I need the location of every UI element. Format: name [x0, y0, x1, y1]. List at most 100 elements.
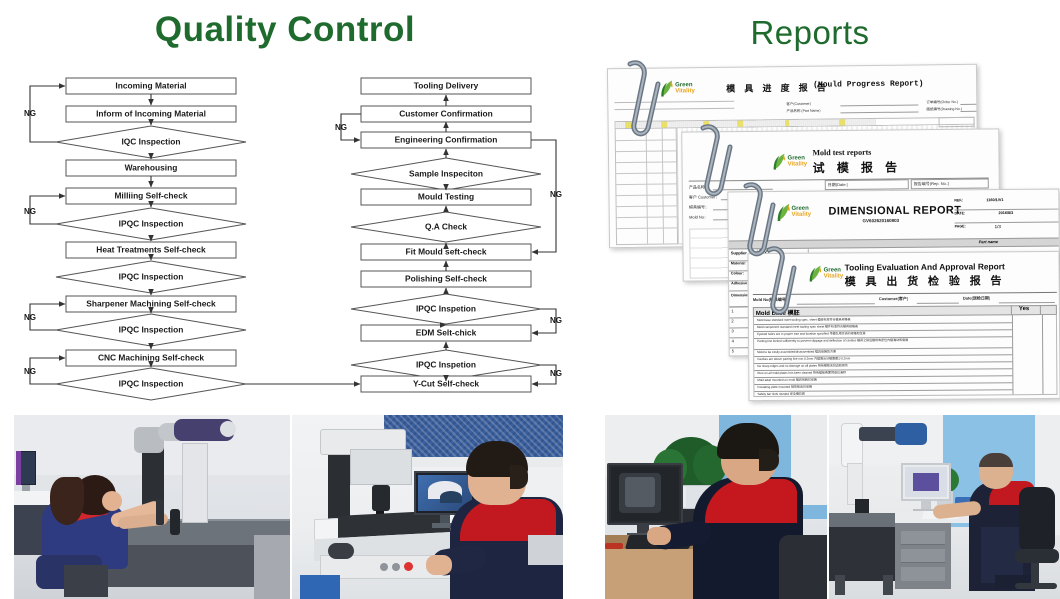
document-field-label: 客户(Customer) — [786, 101, 811, 107]
flow-node-label: Q.A Check — [425, 222, 467, 232]
flow-node-iqc-inspection: IQC Inspection — [55, 125, 247, 159]
brand-name: Green Vitality — [823, 267, 844, 280]
brand-logo-green-vitality: Green Vitality — [772, 153, 808, 170]
paperclip-icon — [692, 122, 736, 205]
table-header-yes: Yes — [1018, 306, 1030, 313]
document-title-en: Tooling Evaluation And Approval Report — [844, 261, 1005, 273]
flow-node-ipqc-inspetion-1: IPQC Inspetion — [350, 293, 542, 325]
flow-node-incoming-material: Incoming Material — [65, 77, 237, 95]
flow-node-label: IQC Inspection — [121, 137, 180, 147]
flow-node-label: Sharpener Machining Self-check — [86, 299, 216, 309]
page-title-quality-control: Quality Control — [154, 10, 416, 49]
brand-name: Green Vitality — [791, 205, 812, 218]
document-field-label: Adhesive: — [731, 281, 749, 286]
flow-node-label: IPQC Inspetion — [416, 360, 476, 370]
brand-logo-green-vitality: Green Vitality — [809, 265, 844, 282]
quality-control-flowchart: Incoming Material Inform of Incoming Mat… — [8, 62, 570, 402]
document-field-label: 订单编号(Order No.) — [926, 99, 959, 105]
document-meta-label: REF.: — [954, 198, 964, 203]
flow-node-label: IPQC Inspection — [119, 379, 184, 389]
document-meta-value: 1160/1/V1 — [986, 198, 1004, 203]
flow-node-tooling-delivery: Tooling Delivery — [360, 77, 532, 95]
checklist-item: Mold component standard meet tooling spe… — [756, 324, 859, 330]
flow-node-ipqc-inspection-2: IPQC Inspection — [55, 260, 247, 294]
photo-vision-measuring-machine — [292, 415, 563, 599]
flow-node-label: Heat Treatments Self-check — [96, 245, 206, 255]
document-title-cn: 试 模 报 告 — [812, 160, 902, 176]
document-field-label: Mold No： — [689, 214, 709, 220]
flow-node-label: IPQC Inspetion — [416, 304, 476, 314]
document-title-en: DIMENSIONAL REPORT — [828, 204, 962, 218]
document-field-label: 日期(Date:) — [827, 181, 849, 188]
table-cell-row-no: 4 — [731, 338, 734, 344]
checklist-item: Cavities are above parting line min 0.2m… — [757, 356, 851, 362]
flow-node-label: Incoming Material — [115, 81, 186, 91]
flow-node-label: Milliing Self-check — [114, 191, 187, 201]
table-header-part-name: Part name — [978, 239, 999, 245]
document-meta-label: PAGE: — [954, 224, 966, 229]
flow-ng-label: NG — [550, 316, 562, 325]
flow-ng-label: NG — [24, 367, 36, 376]
flow-node-cnc-machining-self-check: CNC Machining Self-check — [65, 349, 237, 367]
document-field-label: 产品名称 (Part Name) — [786, 108, 821, 114]
photo-inspection-room — [829, 415, 1060, 599]
checklist-item: Parting line locked sufficiently to prev… — [757, 337, 909, 344]
flow-ng-label: NG — [335, 123, 347, 132]
flow-node-label: CNC Machining Self-check — [98, 353, 204, 363]
flow-ng-label: NG — [550, 190, 562, 199]
leaf-icon — [809, 265, 823, 282]
flow-node-ipqc-inspection-3: IPQC Inspection — [55, 313, 247, 347]
flow-node-label: Customer Confirmation — [399, 109, 493, 119]
flow-node-ipqc-inspection-4: IPQC Inspection — [55, 367, 247, 401]
flow-ng-label: NG — [550, 369, 562, 378]
document-field-label: Colour: — [730, 271, 744, 276]
checklist-item: No sharp edges and no damage on all plat… — [757, 363, 848, 369]
document-field-label: Customer(客户) — [878, 295, 909, 302]
flow-node-inform-of-incoming-material: Inform of Incoming Material — [65, 105, 237, 123]
flow-node-label: IPQC Inspection — [119, 272, 184, 282]
flow-node-label: Warehousing — [125, 163, 178, 173]
document-meta-label: DATE: — [954, 211, 966, 216]
flow-node-milliing-self-check: Milliing Self-check — [65, 187, 237, 205]
flow-node-label: IPQC Inspection — [119, 219, 184, 229]
brand-logo-green-vitality: Green Vitality — [660, 80, 695, 97]
flow-node-label: IPQC Inspection — [119, 325, 184, 335]
flow-node-edm-selt-chick: EDM Selt-chick — [360, 324, 532, 342]
document-field-label: 图纸编号(Drawing No.) — [926, 106, 963, 112]
flow-node-qa-check: Q.A Check — [350, 211, 542, 243]
table-cell-row-no: 3 — [731, 328, 734, 334]
checklist-item: Safety bar slots needed 安全槽已做 — [757, 391, 805, 397]
checklist-item: Eyebolt holes are in proper size and loc… — [757, 331, 866, 337]
paperclip-icon — [618, 58, 664, 145]
flow-node-fit-mould-seft-check: Fit Mould seft-check — [360, 243, 532, 261]
checklist-item: Mold to be easily assembled/disassembled… — [757, 349, 837, 355]
flow-node-ipqc-inspection-1: IPQC Inspection — [55, 207, 247, 241]
flow-node-mould-testing: Mould Testing — [360, 188, 532, 206]
document-title-en: (Mould Progress Report) — [813, 79, 924, 90]
brand-name: Green Vitality — [787, 155, 808, 168]
brand-name: Green Vitality — [675, 82, 695, 95]
flow-node-label: Mould Testing — [418, 192, 474, 202]
flow-node-label: Polishing Self-check — [405, 274, 487, 284]
flow-ng-label: NG — [24, 313, 36, 322]
flow-node-polishing-self-check: Polishing Self-check — [360, 270, 532, 288]
reports-collage: Green Vitality 模 具 进 度 报 告 (Mould Progre… — [600, 58, 1060, 403]
document-field-label: 模具编号： — [688, 204, 710, 210]
document-field-label: Date(送检日期) — [962, 295, 991, 301]
flow-node-sample-inspeciton: Sample Inspeciton — [350, 157, 542, 191]
document-meta-value: 2016/8/3 — [998, 210, 1014, 216]
flow-ng-label: NG — [24, 207, 36, 216]
photo-strip — [0, 415, 1060, 599]
document-meta-value: 1/3 — [994, 224, 1001, 230]
brand-logo-green-vitality: Green Vitality — [776, 203, 812, 222]
checklist-item: Mold label mounted on mold 模具铭牌已安装 — [757, 377, 817, 383]
flow-node-label: Fit Mould seft-check — [406, 247, 487, 257]
progress-task-table — [614, 128, 679, 246]
paperclip-icon — [758, 244, 800, 323]
photo-cad-workstation — [605, 415, 827, 599]
checklist-item: Rust on all mold plates has been cleaned… — [757, 370, 847, 376]
document-number: GV602620160803 — [862, 217, 900, 224]
page-title-reports: Reports — [750, 14, 870, 51]
flow-node-label: Inform of Incoming Material — [96, 109, 206, 119]
flow-node-label: Engineering Confirmation — [395, 135, 498, 145]
